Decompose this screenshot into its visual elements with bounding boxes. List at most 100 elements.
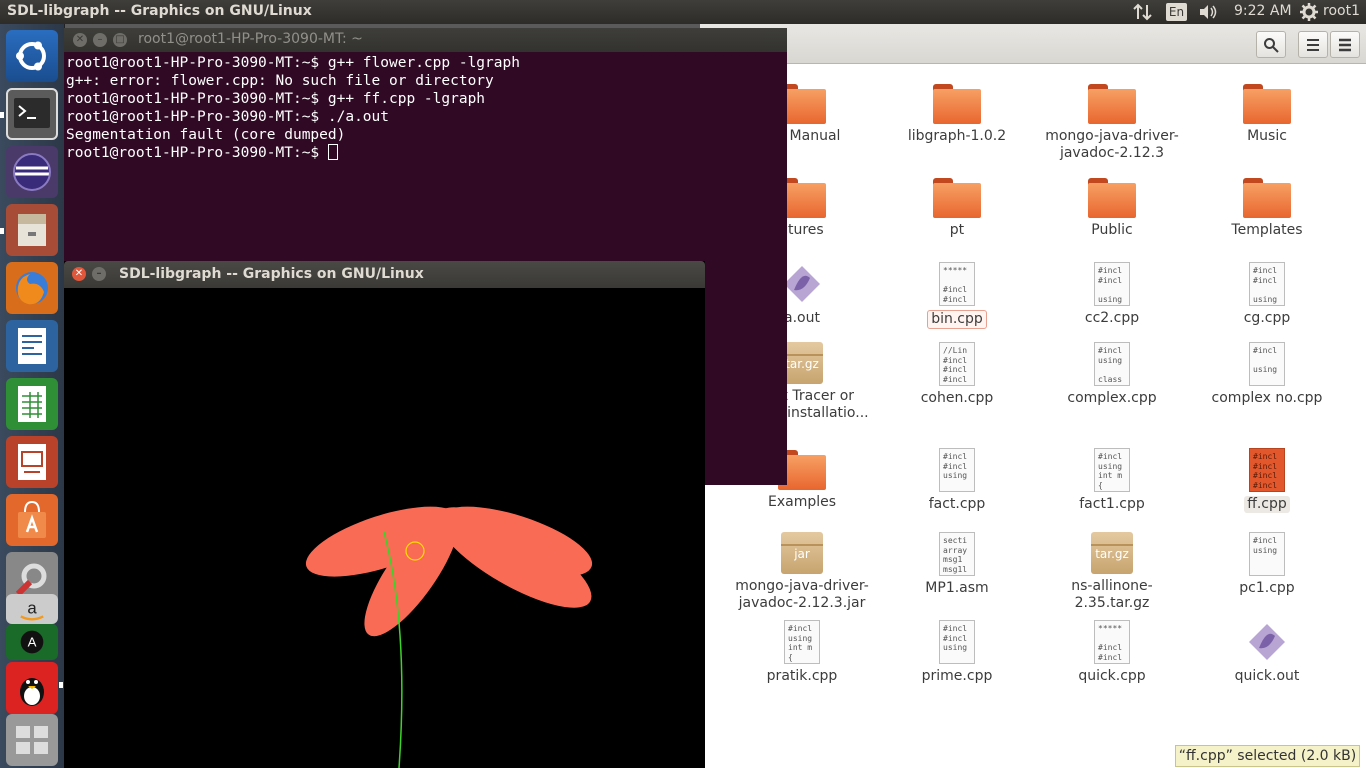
gear-icon[interactable]	[1300, 3, 1318, 25]
folder-icon	[933, 82, 981, 124]
file-item[interactable]: #incl using class complex.cpp	[1037, 342, 1187, 407]
file-item-label: pratik.cpp	[766, 668, 838, 684]
file-item[interactable]: #incl using int m {pratik.cpp	[727, 620, 877, 685]
file-item-label: bin.cpp	[927, 310, 987, 329]
svg-text:A: A	[28, 635, 37, 650]
network-icon[interactable]	[1133, 3, 1153, 25]
terminal-title: root1@root1-HP-Pro-3090-MT: ~	[138, 31, 363, 47]
volume-icon[interactable]	[1198, 3, 1218, 25]
file-item[interactable]: tar.gz ns-allinone-2.35.tar.gz	[1037, 532, 1187, 612]
terminal-line: g++: error: flower.cpp: No such file or …	[66, 73, 494, 89]
calc-launcher[interactable]	[6, 378, 58, 430]
terminal-line: root1@root1-HP-Pro-3090-MT:~$ g++ flower…	[66, 55, 520, 71]
terminal-titlebar: ✕ – □ root1@root1-HP-Pro-3090-MT: ~	[64, 28, 787, 52]
file-item-label: mongo-java-driver-javadoc-2.12.3.jar	[735, 578, 869, 611]
terminal-line: Segmentation fault (core dumped)	[66, 127, 346, 143]
source-file-icon: //Lin #incl #incl #incl	[939, 342, 975, 386]
dash-home-button[interactable]	[6, 30, 58, 82]
graphics-canvas[interactable]	[64, 288, 705, 768]
list-icon	[1307, 39, 1319, 51]
spreadsheet-icon	[18, 386, 46, 422]
search-button[interactable]	[1256, 31, 1286, 58]
amazon-icon: a	[20, 599, 44, 621]
file-item[interactable]: #incl #incl using prime.cpp	[882, 620, 1032, 685]
running-indicator	[0, 228, 4, 234]
file-cabinet-icon	[18, 214, 46, 246]
archive-icon: tar.gz	[1091, 532, 1133, 574]
minimize-button[interactable]: –	[93, 33, 107, 47]
files-launcher[interactable]	[6, 204, 58, 256]
file-item[interactable]: Music	[1192, 82, 1342, 145]
source-file-icon: #incl using class	[1094, 342, 1130, 386]
file-item[interactable]: mongo-java-driver-javadoc-2.12.3	[1037, 82, 1187, 162]
amazon-launcher[interactable]: a	[6, 594, 58, 624]
sdl-titlebar: ✕ – SDL-libgraph -- Graphics on GNU/Linu…	[64, 261, 705, 288]
document-icon	[18, 328, 46, 364]
executable-icon	[1249, 624, 1285, 660]
app-launcher[interactable]: A	[6, 624, 58, 660]
ubuntu-logo-icon	[16, 41, 46, 71]
eclipse-launcher[interactable]	[6, 146, 58, 198]
terminal-cursor	[327, 144, 338, 160]
folder-icon	[1243, 82, 1291, 124]
close-button[interactable]: ✕	[73, 33, 87, 47]
source-file-icon: ***** #incl #incl	[939, 262, 975, 306]
file-item[interactable]: pt	[882, 176, 1032, 239]
file-item-label: MP1.asm	[925, 580, 989, 596]
workspace-switcher[interactable]	[6, 714, 58, 766]
software-center-launcher[interactable]	[6, 494, 58, 546]
close-icon: ✕	[74, 268, 84, 279]
tux-icon	[20, 678, 44, 706]
file-item[interactable]: #incl using int m {fact1.cpp	[1037, 448, 1187, 513]
terminal-output[interactable]: root1@root1-HP-Pro-3090-MT:~$ g++ flower…	[66, 54, 520, 162]
terminal-launcher[interactable]	[6, 88, 58, 140]
menu-button[interactable]	[1330, 31, 1360, 58]
presentation-icon	[18, 444, 46, 480]
folder-icon	[933, 176, 981, 218]
file-item[interactable]: jar mongo-java-driver-javadoc-2.12.3.jar	[727, 532, 877, 612]
top-panel: SDL-libgraph -- Graphics on GNU/Linux En…	[0, 0, 1366, 24]
keyboard-layout-indicator[interactable]: En	[1166, 3, 1187, 21]
impress-launcher[interactable]	[6, 436, 58, 488]
sdl-window-title: SDL-libgraph -- Graphics on GNU/Linux	[119, 266, 424, 282]
clock[interactable]: 9:22 AM	[1234, 3, 1292, 19]
running-indicator	[0, 112, 4, 118]
file-item[interactable]: #incl #incl using fact.cpp	[882, 448, 1032, 513]
list-view-button[interactable]	[1298, 31, 1328, 58]
svg-text:a: a	[27, 599, 37, 618]
file-item[interactable]: #incl using complex no.cpp	[1192, 342, 1342, 407]
file-item-label: complex.cpp	[1067, 390, 1157, 406]
flower-drawing	[305, 506, 593, 768]
file-item[interactable]: secti array msg1 msg1l MP1.asm	[882, 532, 1032, 597]
file-item[interactable]: ***** #incl #incl bin.cpp	[882, 262, 1032, 329]
file-item[interactable]: Templates	[1192, 176, 1342, 239]
minimize-icon: –	[97, 34, 103, 45]
eclipse-icon	[13, 153, 51, 191]
writer-launcher[interactable]	[6, 320, 58, 372]
maximize-icon: □	[115, 34, 125, 45]
file-item[interactable]: Public	[1037, 176, 1187, 239]
source-file-icon: secti array msg1 msg1l	[939, 532, 975, 576]
linux-launcher[interactable]	[6, 662, 58, 714]
file-item[interactable]: #incl #incl using cg.cpp	[1192, 262, 1342, 327]
file-item-label: fact1.cpp	[1079, 496, 1145, 512]
file-item[interactable]: #incl #incl using cc2.cpp	[1037, 262, 1187, 327]
file-item[interactable]: //Lin #incl #incl #incl cohen.cpp	[882, 342, 1032, 407]
file-item[interactable]: #incl #incl #incl #incl ff.cpp	[1192, 448, 1342, 513]
file-item[interactable]: ***** #incl #incl quick.cpp	[1037, 620, 1187, 685]
firefox-launcher[interactable]	[6, 262, 58, 314]
maximize-button[interactable]: □	[113, 33, 127, 47]
source-file-icon: #incl using	[1249, 532, 1285, 576]
user-name[interactable]: root1	[1323, 3, 1360, 19]
file-item[interactable]: #incl using pc1.cpp	[1192, 532, 1342, 597]
minimize-icon: –	[96, 268, 102, 279]
terminal-line: root1@root1-HP-Pro-3090-MT:~$	[66, 145, 328, 161]
source-file-icon: #incl #incl #incl #incl	[1249, 448, 1285, 492]
sdl-graphics-window: ✕ – SDL-libgraph -- Graphics on GNU/Linu…	[64, 261, 705, 768]
minimize-button[interactable]: –	[92, 267, 106, 281]
close-button[interactable]: ✕	[72, 267, 86, 281]
file-item[interactable]: quick.out	[1192, 620, 1342, 685]
file-item[interactable]: libgraph-1.0.2	[882, 82, 1032, 145]
menu-icon	[1339, 38, 1351, 52]
source-file-icon: #incl #incl using	[1094, 262, 1130, 306]
